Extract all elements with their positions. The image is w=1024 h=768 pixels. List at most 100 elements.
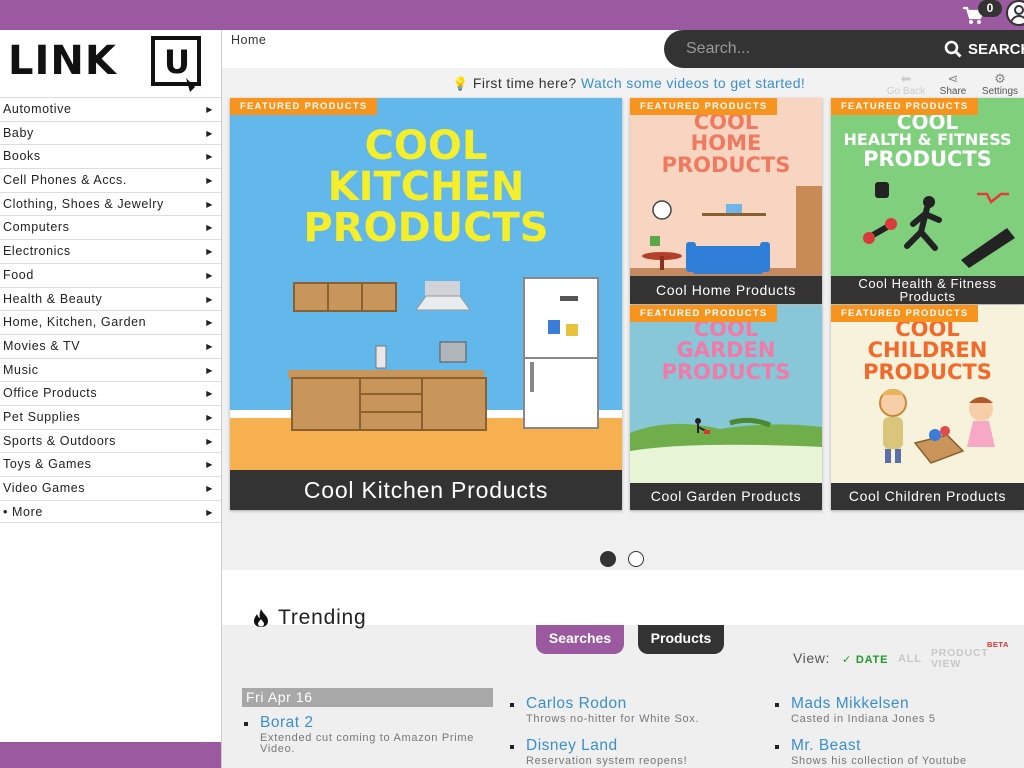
category-item-cell-phones[interactable]: Cell Phones & Accs. ▶ [0, 168, 221, 192]
tile-headline: COOL HOME PRODUCTS [630, 111, 822, 176]
headline-line: COOL [693, 317, 759, 341]
category-item-office[interactable]: Office Products ▶ [0, 381, 221, 405]
trending-item-title[interactable]: Borat 2 [260, 714, 490, 732]
settings-button[interactable]: ⚙ Settings [980, 72, 1020, 98]
cart-count-badge: 0 [978, 0, 1002, 17]
search-button-label: SEARCH [968, 40, 1024, 58]
featured-tag: FEATURED PRODUCTS [230, 98, 378, 115]
headline-line: COOL [895, 317, 960, 341]
carousel-dot-2[interactable] [628, 551, 644, 567]
headline-line: CHILDREN [867, 338, 988, 363]
chevron-right-icon: ▶ [206, 152, 213, 162]
trending-item-title[interactable]: Mr. Beast [791, 737, 1011, 755]
top-bar [0, 0, 1024, 30]
category-item-computers[interactable]: Computers ▶ [0, 215, 221, 239]
category-item-video-games[interactable]: Video Games ▶ [0, 476, 221, 500]
category-label: Home, Kitchen, Garden [3, 315, 147, 330]
featured-tile-garden[interactable]: FEATURED PRODUCTS COOL GARDEN PRODUCTS C… [630, 305, 822, 510]
headline-line: PRODUCTS [863, 146, 992, 171]
back-arrow-icon: ⬅ [900, 71, 912, 86]
trending-item: Mr. Beast Shows his collection of Youtub… [775, 737, 1011, 767]
category-item-clothing[interactable]: Clothing, Shoes & Jewelry ▶ [0, 191, 221, 216]
category-item-pet-supplies[interactable]: Pet Supplies ▶ [0, 404, 221, 429]
headline-line: PRODUCTS [863, 359, 992, 384]
tile-caption: Cool Kitchen Products [230, 470, 622, 510]
chevron-right-icon: ▶ [206, 247, 213, 257]
tile-caption: Cool Health & Fitness Products [831, 276, 1024, 304]
headline-line: PRODUCTS [303, 204, 549, 251]
trending-item-title[interactable]: Carlos Rodon [526, 695, 756, 713]
watch-videos-link[interactable]: Watch some videos to get started! [581, 75, 805, 91]
view-option-product-view[interactable]: PRODUCT VIEW [931, 648, 997, 670]
bullet [510, 745, 514, 749]
chevron-right-icon: ▶ [206, 318, 213, 328]
chevron-right-icon: ▶ [206, 105, 213, 114]
category-label: Clothing, Shoes & Jewelry [3, 196, 164, 211]
tab-products[interactable]: Products [638, 625, 724, 654]
go-back-button[interactable]: ⬅ Go Back [886, 71, 926, 98]
category-item-books[interactable]: Books ▶ [0, 144, 221, 168]
bullet [244, 722, 248, 726]
category-item-sports[interactable]: Sports & Outdoors ▶ [0, 428, 221, 453]
category-label: Computers [3, 220, 70, 235]
featured-tile-health-fitness[interactable]: FEATURED PRODUCTS COOL HEALTH & FITNESS … [831, 98, 1024, 304]
welcome-prefix: First time here? [472, 75, 577, 91]
chevron-right-icon: ▶ [206, 484, 213, 493]
trending-date-heading: Fri Apr 16 [242, 688, 493, 707]
search-icon [944, 40, 962, 58]
site-logo[interactable]: LINK U [6, 34, 206, 96]
chevron-right-icon: ▶ [206, 128, 213, 138]
trending-item-desc: Reservation system reopens! [526, 755, 688, 767]
go-back-label: Go Back [886, 86, 926, 97]
chevron-right-icon: ▶ [206, 365, 213, 375]
category-item-more[interactable]: • More ▶ [0, 499, 221, 524]
view-option-all[interactable]: ALL [898, 653, 922, 665]
trending-item-desc: Throws no-hitter for White Sox. [526, 713, 700, 725]
chevron-right-icon: ▶ [206, 341, 213, 351]
share-button[interactable]: ⋖ Share [937, 71, 969, 98]
trending-item: Borat 2 Extended cut coming to Amazon Pr… [244, 714, 490, 755]
search-button[interactable]: SEARCH [944, 36, 1024, 62]
category-item-movies-tv[interactable]: Movies & TV ▶ [0, 333, 221, 358]
chevron-right-icon: ▶ [206, 412, 213, 422]
category-item-toys[interactable]: Toys & Games ▶ [0, 452, 221, 476]
tile-caption: Cool Home Products [630, 276, 822, 304]
headline-line: PRODUCTS [661, 359, 791, 384]
breadcrumb[interactable]: Home [231, 33, 266, 47]
welcome-message: 💡 First time here? Watch some videos to … [452, 75, 805, 92]
view-option-date[interactable]: ✓ DATE [842, 653, 888, 666]
tab-searches[interactable]: Searches [536, 625, 624, 654]
carousel-dot-1[interactable] [600, 551, 616, 567]
category-label: • More [3, 504, 43, 519]
trending-title: Trending [278, 606, 367, 629]
featured-tile-kitchen[interactable]: FEATURED PRODUCTS COOL KITCHEN PRODUCTS … [230, 98, 622, 510]
chevron-right-icon: ▶ [206, 389, 213, 399]
trending-item-title[interactable]: Mads Mikkelsen [791, 695, 1011, 713]
chevron-right-icon: ▶ [206, 270, 213, 280]
search-input[interactable] [686, 38, 936, 60]
category-item-baby[interactable]: Baby ▶ [0, 120, 221, 145]
category-item-health-beauty[interactable]: Health & Beauty ▶ [0, 286, 221, 311]
category-item-electronics[interactable]: Electronics ▶ [0, 239, 221, 263]
category-label: Video Games [3, 481, 86, 495]
featured-tag: FEATURED PRODUCTS [630, 305, 778, 322]
category-item-music[interactable]: Music ▶ [0, 357, 221, 382]
featured-tag: FEATURED PRODUCTS [831, 98, 979, 115]
trending-item-title[interactable]: Disney Land [526, 737, 756, 755]
share-icon: ⋖ [947, 71, 959, 86]
view-label: View: [793, 650, 830, 666]
chevron-right-icon: ▶ [206, 176, 213, 186]
tile-headline: COOL HEALTH & FITNESS PRODUCTS [831, 112, 1024, 170]
featured-tile-children[interactable]: FEATURED PRODUCTS COOL CHILDREN PRODUCTS… [831, 305, 1024, 510]
tile-headline: COOL KITCHEN PRODUCTS [230, 126, 622, 248]
category-label: Health & Beauty [3, 291, 103, 306]
category-label: Cell Phones & Accs. [3, 173, 127, 188]
svg-text:LINK: LINK [8, 38, 118, 84]
category-item-automotive[interactable]: Automotive ▶ [0, 97, 221, 121]
category-item-food[interactable]: Food ▶ [0, 262, 221, 287]
featured-tile-home[interactable]: FEATURED PRODUCTS COOL HOME PRODUCTS Coo… [630, 98, 822, 304]
settings-label: Settings [981, 86, 1019, 97]
svg-text:U: U [164, 43, 190, 81]
category-item-home-kitchen[interactable]: Home, Kitchen, Garden ▶ [0, 310, 221, 334]
category-label: Pet Supplies [3, 409, 81, 424]
